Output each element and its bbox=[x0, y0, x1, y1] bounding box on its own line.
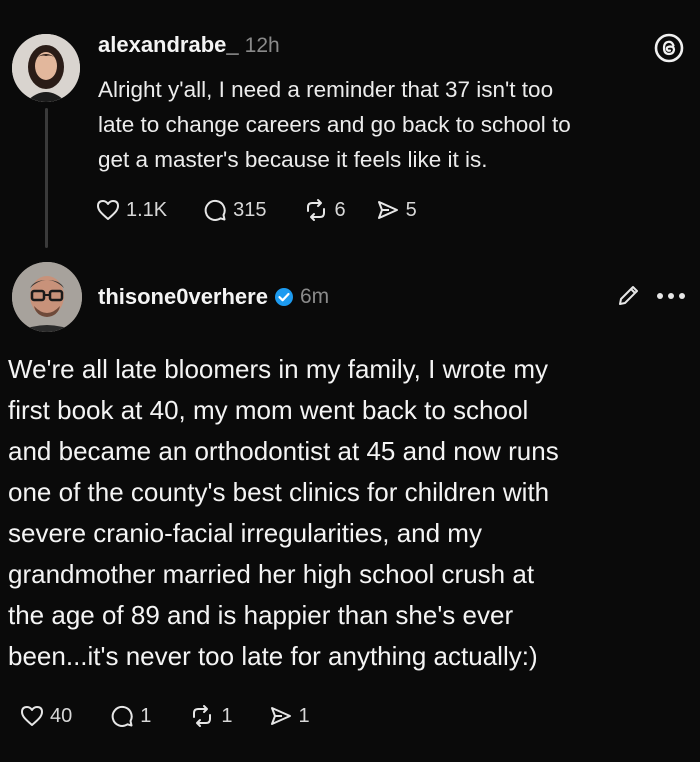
threads-logo-icon[interactable] bbox=[654, 33, 684, 63]
reply-count: 315 bbox=[233, 198, 267, 221]
timestamp: 6m bbox=[299, 285, 330, 308]
timestamp: 12h bbox=[244, 34, 280, 57]
post-actions: 1.1K 315 6 5 bbox=[96, 198, 417, 222]
post-text-line: one of the county's best clinics for chi… bbox=[8, 477, 550, 507]
reply-count: 1 bbox=[140, 704, 152, 727]
verified-badge-icon bbox=[274, 287, 294, 307]
more-icon[interactable] bbox=[656, 292, 686, 300]
repost-icon bbox=[189, 704, 215, 728]
post-text-line: severe cranio-facial irregularities, and… bbox=[8, 518, 482, 548]
share-button[interactable]: 1 bbox=[269, 705, 310, 728]
avatar[interactable] bbox=[12, 34, 80, 102]
share-icon bbox=[269, 705, 293, 727]
repost-button[interactable]: 6 bbox=[303, 198, 346, 222]
share-icon bbox=[376, 199, 400, 221]
repost-icon bbox=[303, 198, 329, 222]
post-text: Alright y'all, I need a reminder that 37… bbox=[98, 72, 678, 177]
post-text-line: Alright y'all, I need a reminder that 37… bbox=[98, 77, 554, 102]
username[interactable]: alexandrabe_ bbox=[98, 32, 239, 58]
avatar[interactable] bbox=[12, 262, 82, 332]
post-text: We're all late bloomers in my family, I … bbox=[8, 349, 694, 677]
post-text-line: grandmother married her high school crus… bbox=[8, 559, 535, 589]
post-text-line: get a master's because it feels like it … bbox=[98, 147, 488, 172]
post-text-line: late to change careers and go back to sc… bbox=[98, 112, 571, 137]
pencil-icon[interactable] bbox=[616, 282, 642, 308]
post-actions: 40 1 1 1 bbox=[20, 704, 310, 728]
repost-count: 6 bbox=[334, 198, 346, 221]
comment-icon bbox=[110, 704, 134, 728]
share-button[interactable]: 5 bbox=[376, 199, 417, 222]
post-text-line: first book at 40, my mom went back to sc… bbox=[8, 395, 529, 425]
like-button[interactable]: 1.1K bbox=[96, 199, 167, 222]
post-text-line: and became an orthodontist at 45 and now… bbox=[8, 436, 559, 466]
like-count: 40 bbox=[50, 704, 73, 727]
heart-icon bbox=[96, 199, 120, 221]
heart-icon bbox=[20, 705, 44, 727]
username[interactable]: thisone0verhere bbox=[98, 284, 268, 310]
reply-button[interactable]: 315 bbox=[203, 198, 267, 222]
post-text-line: the age of 89 and is happier than she's … bbox=[8, 600, 514, 630]
share-count: 5 bbox=[405, 198, 417, 221]
comment-icon bbox=[203, 198, 227, 222]
reply-button[interactable]: 1 bbox=[110, 704, 151, 728]
like-count: 1.1K bbox=[126, 198, 168, 221]
repost-count: 1 bbox=[221, 704, 233, 727]
thread-connector-line bbox=[45, 108, 48, 248]
post-text-line: We're all late bloomers in my family, I … bbox=[8, 354, 549, 384]
repost-button[interactable]: 1 bbox=[189, 704, 233, 728]
post-text-line: been...it's never too late for anything … bbox=[8, 641, 538, 671]
share-count: 1 bbox=[298, 704, 310, 727]
like-button[interactable]: 40 bbox=[20, 705, 72, 728]
